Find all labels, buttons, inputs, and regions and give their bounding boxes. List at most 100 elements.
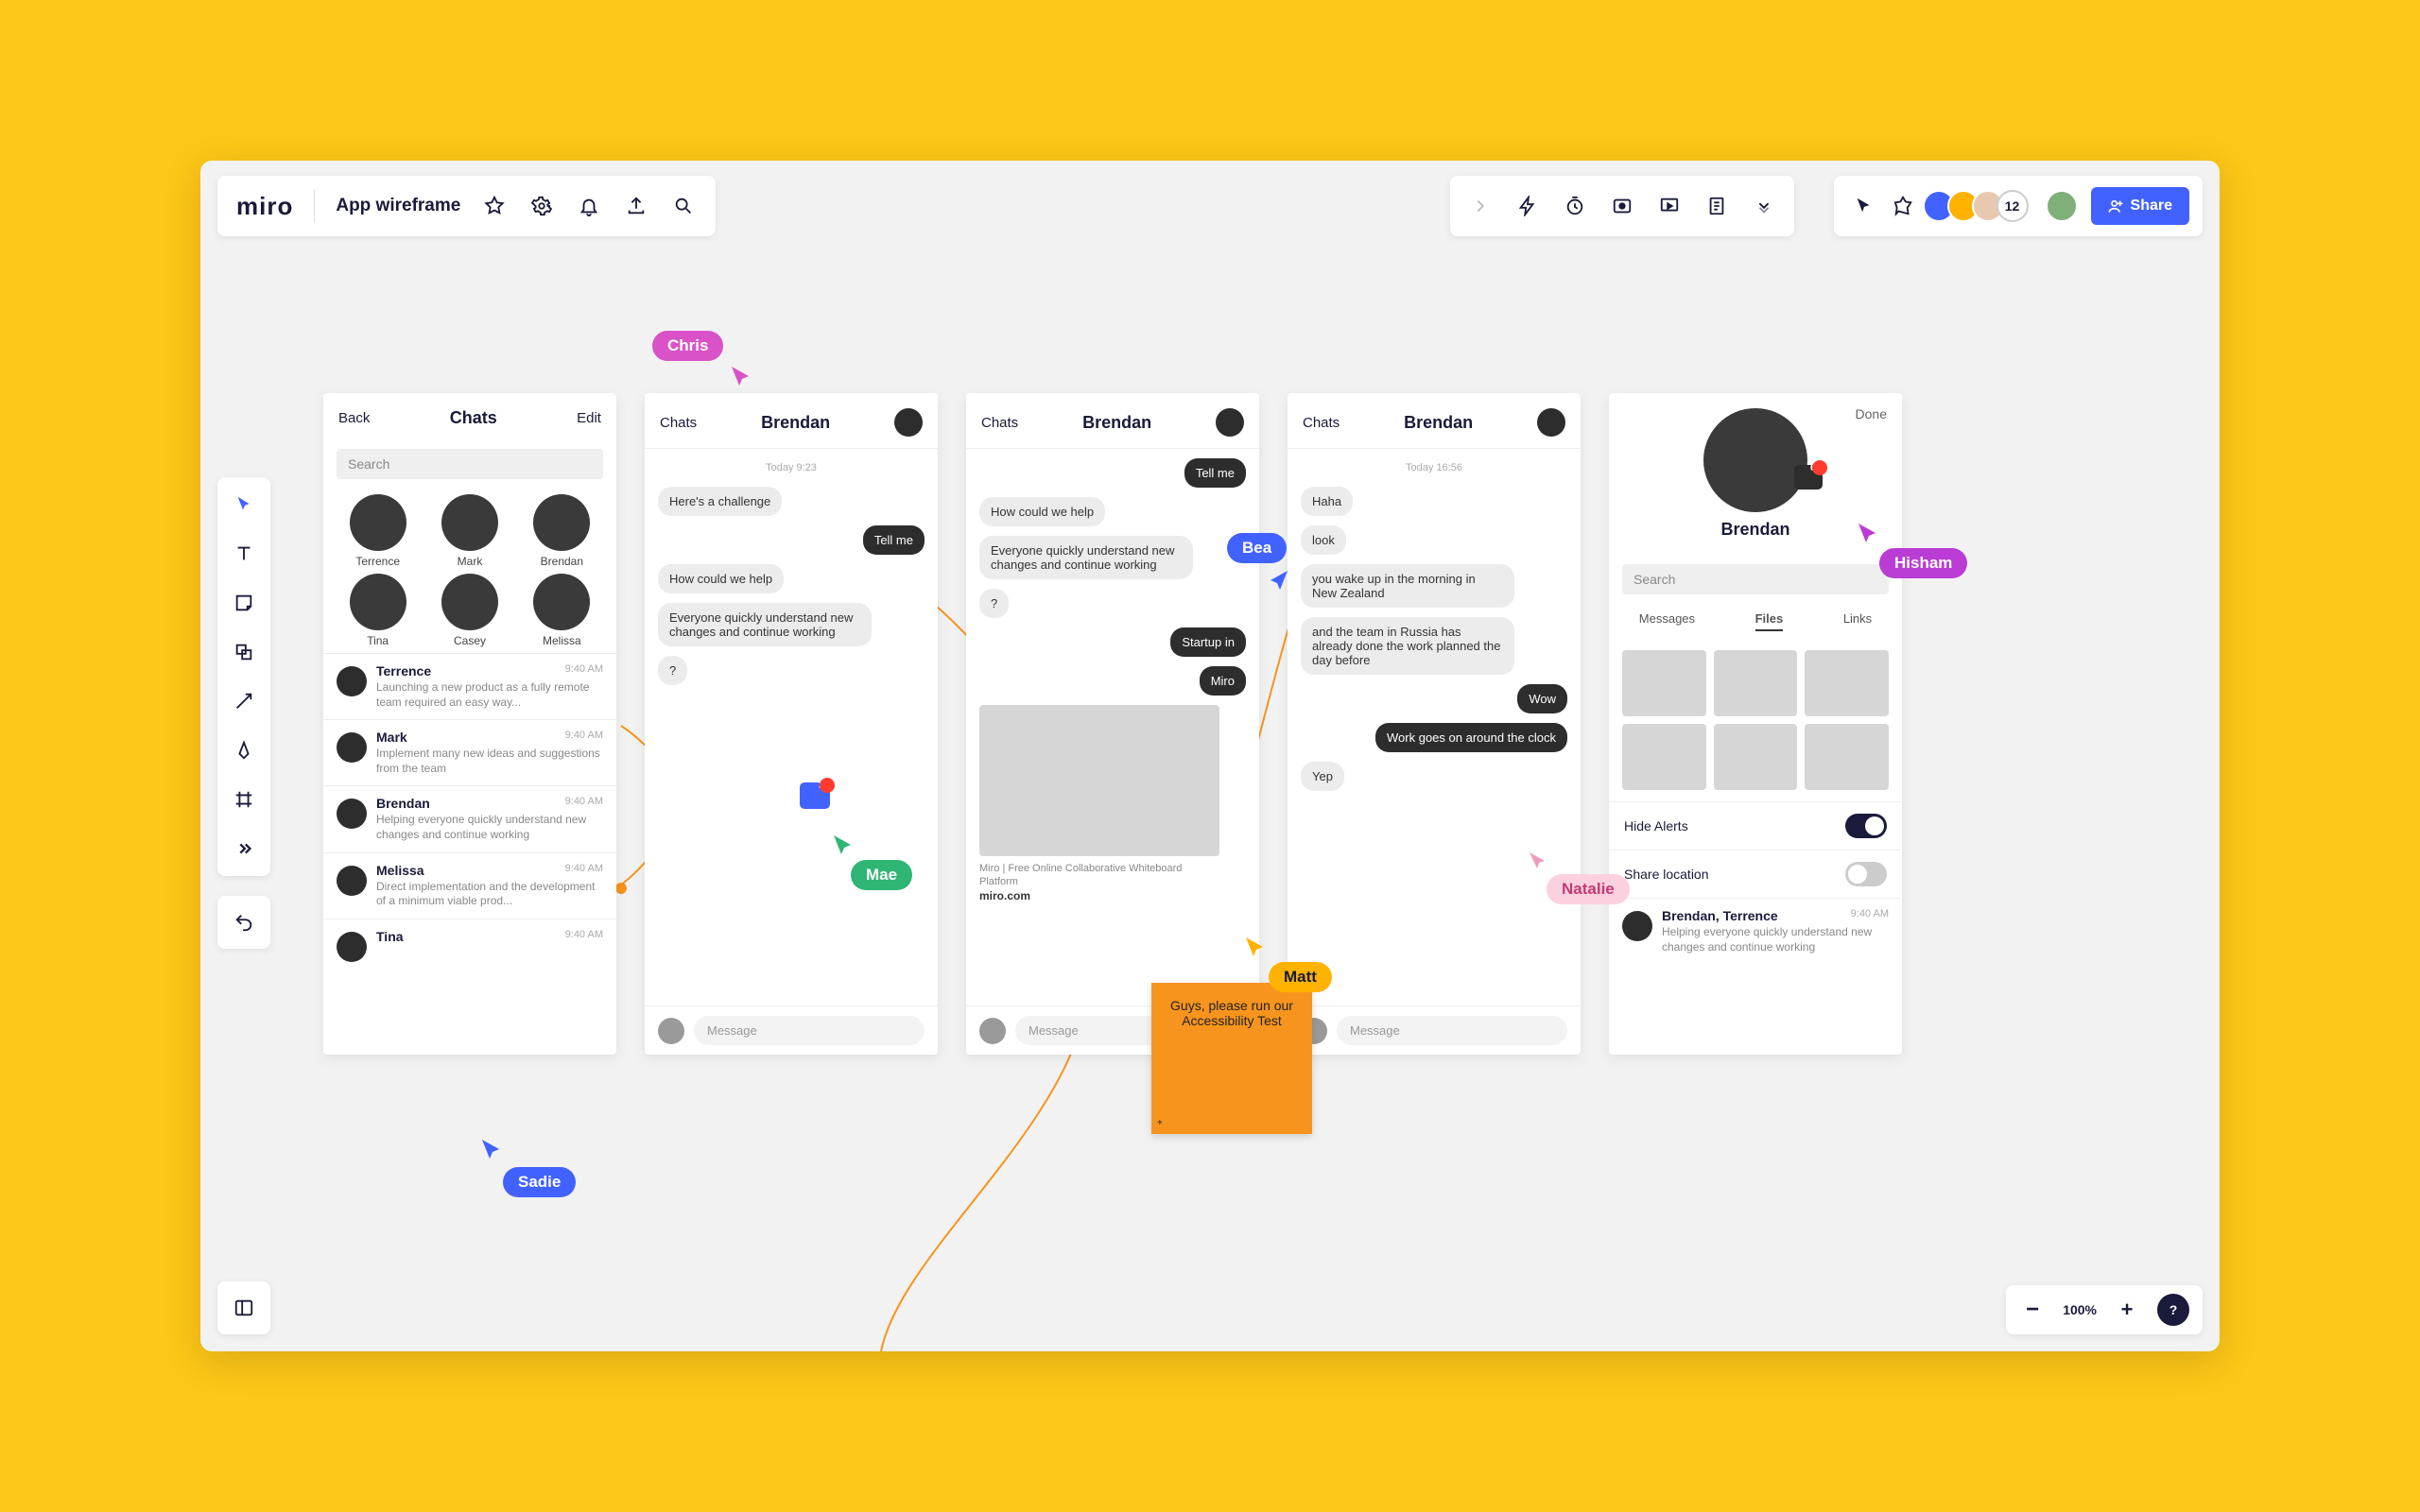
- attach-icon[interactable]: [658, 1018, 684, 1044]
- user-cursor-tag: Sadie: [503, 1167, 576, 1197]
- back-link[interactable]: Chats: [1303, 415, 1340, 431]
- message-out: Tell me: [1184, 458, 1246, 488]
- avatar[interactable]: [894, 408, 923, 437]
- cursor-arrow-icon: [1857, 522, 1881, 546]
- user-cursor-tag: Mae: [851, 860, 912, 890]
- back-link[interactable]: Back: [338, 410, 370, 426]
- frame-header: Chats Brendan: [645, 393, 938, 448]
- frame-header: Chats Brendan: [1288, 393, 1581, 448]
- profile-name: Brendan: [1720, 520, 1789, 540]
- tab-links[interactable]: Links: [1843, 611, 1872, 631]
- chat-list: Terrence9:40 AMLaunching a new product a…: [323, 653, 616, 1055]
- wireframe-profile[interactable]: Done 6 Brendan Search Messages Files Lin…: [1609, 393, 1902, 1055]
- timestamp: Today 16:56: [1301, 462, 1567, 473]
- link-preview[interactable]: Miro | Free Online Collaborative Whitebo…: [979, 705, 1219, 902]
- chat-row[interactable]: Melissa9:40 AMDirect implementation and …: [323, 852, 616, 919]
- cursor-arrow-icon: [1267, 569, 1291, 593]
- setting-hide-alerts[interactable]: Hide Alerts: [1609, 801, 1902, 850]
- file-cell[interactable]: [1805, 724, 1889, 790]
- back-link[interactable]: Chats: [660, 415, 697, 431]
- chat-row[interactable]: Tina9:40 AM: [323, 919, 616, 971]
- cursor-arrow-icon: [1244, 936, 1269, 960]
- message-input[interactable]: Message: [694, 1016, 925, 1045]
- message-in: and the team in Russia has already done …: [1301, 617, 1514, 675]
- chat-title: Brendan: [1404, 413, 1473, 433]
- user-cursor-tag: Hisham: [1879, 548, 1967, 578]
- search-input[interactable]: Search: [337, 449, 603, 479]
- contact-cell[interactable]: Terrence: [335, 494, 421, 568]
- board-surface: miro App wireframe: [200, 161, 2220, 1351]
- message-out: Work goes on around the clock: [1375, 723, 1567, 752]
- message-list: Tell me How could we help Everyone quick…: [966, 449, 1259, 1005]
- tab-files[interactable]: Files: [1755, 611, 1784, 631]
- contact-cell[interactable]: Tina: [335, 574, 421, 647]
- user-cursor-tag: Chris: [652, 331, 723, 361]
- file-cell[interactable]: [1622, 650, 1706, 716]
- message-out: Wow: [1517, 684, 1567, 713]
- file-cell[interactable]: [1622, 724, 1706, 790]
- chat-row[interactable]: Terrence9:40 AMLaunching a new product a…: [323, 653, 616, 719]
- wireframe-chat-2[interactable]: Chats Brendan Tell me How could we help …: [966, 393, 1259, 1055]
- message-in: Yep: [1301, 762, 1344, 791]
- screen-title: Chats: [450, 408, 497, 428]
- edit-link[interactable]: Edit: [577, 410, 601, 426]
- timestamp: Today 9:23: [658, 462, 925, 473]
- file-cell[interactable]: [1805, 650, 1889, 716]
- message-composer: Message: [1288, 1005, 1581, 1055]
- wireframe-chat-1[interactable]: Chats Brendan Today 9:23 Here's a challe…: [645, 393, 938, 1055]
- chat-row[interactable]: Brendan9:40 AMHelping everyone quickly u…: [323, 785, 616, 851]
- cursor-arrow-icon: [1528, 850, 1550, 873]
- message-badge-icon[interactable]: 6: [1794, 465, 1823, 490]
- contact-cell[interactable]: Melissa: [519, 574, 605, 647]
- setting-share-location[interactable]: Share location: [1609, 850, 1902, 898]
- files-grid: [1609, 639, 1902, 801]
- user-cursor-tag: Matt: [1269, 962, 1332, 992]
- file-cell[interactable]: [1714, 724, 1798, 790]
- profile-avatar[interactable]: [1703, 408, 1807, 512]
- back-link[interactable]: Chats: [981, 415, 1018, 431]
- message-in: Here's a challenge: [658, 487, 782, 516]
- profile-search-input[interactable]: Search: [1622, 564, 1889, 594]
- message-out: Startup in: [1170, 627, 1246, 657]
- toggle-off-icon[interactable]: [1845, 862, 1887, 886]
- message-in: ?: [658, 656, 687, 685]
- message-in: How could we help: [658, 564, 784, 593]
- group-row[interactable]: Brendan, Terrence9:40 AM Helping everyon…: [1609, 898, 1902, 964]
- attach-icon[interactable]: [979, 1018, 1006, 1044]
- chat-title: Brendan: [1082, 413, 1151, 433]
- avatar[interactable]: [1537, 408, 1565, 437]
- message-in: you wake up in the morning in New Zealan…: [1301, 564, 1514, 608]
- sticky-plus-icon[interactable]: +: [1157, 1118, 1163, 1128]
- contact-cell[interactable]: Brendan: [519, 494, 605, 568]
- profile-tabs: Messages Files Links: [1609, 604, 1902, 639]
- contact-cell[interactable]: Casey: [426, 574, 512, 647]
- message-in: Everyone quickly understand new changes …: [658, 603, 872, 646]
- contact-cell[interactable]: Mark: [426, 494, 512, 568]
- message-out: Tell me: [863, 525, 925, 555]
- message-composer: Message: [645, 1005, 938, 1055]
- message-in: ?: [979, 589, 1009, 618]
- frame-header: Chats Brendan: [966, 393, 1259, 448]
- avatar[interactable]: [1216, 408, 1244, 437]
- message-in: Haha: [1301, 487, 1353, 516]
- done-link[interactable]: Done: [1856, 406, 1887, 421]
- wireframe-chats-list[interactable]: Back Chats Edit Search Terrence Mark Bre…: [323, 393, 616, 1055]
- user-cursor-tag: Bea: [1227, 533, 1287, 563]
- wireframe-chat-3[interactable]: Chats Brendan Today 16:56 Haha look you …: [1288, 393, 1581, 1055]
- message-in: How could we help: [979, 497, 1105, 526]
- file-cell[interactable]: [1714, 650, 1798, 716]
- comment-pin-icon[interactable]: 3: [800, 782, 830, 809]
- frame-header: Back Chats Edit: [323, 393, 616, 439]
- canvas[interactable]: Back Chats Edit Search Terrence Mark Bre…: [200, 161, 2220, 1351]
- message-out: Miro: [1200, 666, 1246, 696]
- message-input[interactable]: Message: [1337, 1016, 1567, 1045]
- toggle-on-icon[interactable]: [1845, 814, 1887, 838]
- message-list: Today 16:56 Haha look you wake up in the…: [1288, 449, 1581, 1005]
- contact-grid: Terrence Mark Brendan Tina Casey Melissa: [323, 489, 616, 653]
- chat-row[interactable]: Mark9:40 AMImplement many new ideas and …: [323, 719, 616, 785]
- tab-messages[interactable]: Messages: [1639, 611, 1695, 631]
- sticky-note[interactable]: Guys, please run our Accessibility Test …: [1151, 983, 1312, 1134]
- user-cursor-tag: Natalie: [1547, 874, 1630, 904]
- cursor-arrow-icon: [730, 365, 756, 391]
- message-in: Everyone quickly understand new changes …: [979, 536, 1193, 579]
